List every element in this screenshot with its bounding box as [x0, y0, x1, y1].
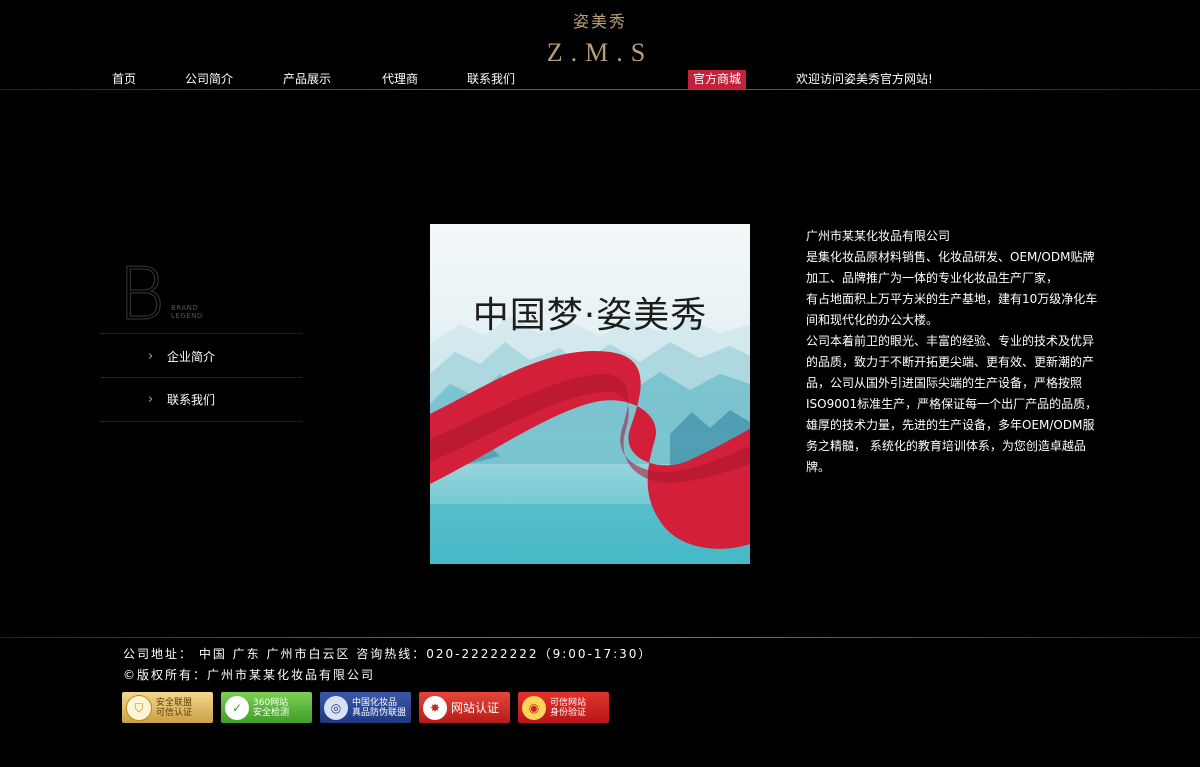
- sidebar-divider: [101, 421, 302, 422]
- nav-item-company-intro[interactable]: 公司简介: [185, 70, 233, 89]
- sidebar-divider: [101, 333, 302, 334]
- brand-poster-image: 中国梦·姿美秀: [430, 224, 750, 564]
- badge-360-security[interactable]: ✓ 360网站 安全检测: [221, 692, 312, 723]
- footer-address: 公司地址： 中国 广东 广州市白云区 咨询热线：020-22222222（9:0…: [123, 647, 653, 661]
- poster-title: 中国梦·姿美秀: [472, 295, 708, 336]
- badge-line: 真品防伪联盟: [352, 707, 407, 718]
- chevron-right-icon: ›: [148, 392, 154, 407]
- logo-english: Z.M.S: [546, 38, 654, 67]
- sidebar-divider: [101, 377, 302, 378]
- badge-trusted-website[interactable]: ◉ 可信网站 身份验证: [518, 692, 609, 723]
- badge-line: 身份验证: [550, 707, 587, 718]
- sidebar-item-label: 联系我们: [167, 393, 216, 407]
- description-paragraph: 有占地面积上万平方米的生产基地，建有10万级净化车间和现代化的办公大楼。: [806, 292, 1098, 327]
- badge-security-alliance[interactable]: ⛉ 安全联盟 可信认证: [122, 692, 213, 723]
- sidebar-item-contact-us[interactable]: › 联系我们: [101, 380, 302, 420]
- badge-line: 可信网站: [550, 697, 587, 708]
- sidebar-item-label: 企业简介: [167, 350, 216, 364]
- footer-divider: [0, 637, 1200, 638]
- chevron-right-icon: ›: [148, 349, 154, 364]
- nav-item-products[interactable]: 产品展示: [283, 70, 331, 89]
- main-nav: 首页 公司简介 产品展示 代理商 联系我们 官方商城 欢迎访问姿美秀官方网站!: [0, 70, 1200, 89]
- nav-divider: [0, 89, 1200, 90]
- badge-website-certification[interactable]: ✸ 网站认证: [419, 692, 510, 723]
- logo-chinese: 姿美秀: [572, 12, 627, 31]
- sidebar-brand-legend: BRAND LEGEND: [171, 304, 203, 320]
- description-paragraph: 公司本着前卫的眼光、丰富的经验、专业的技术及优异的品质，致力于不断开拓更尖端、更…: [806, 334, 1098, 474]
- badge-line: 安全检测: [253, 707, 290, 718]
- nav-item-home[interactable]: 首页: [112, 70, 136, 89]
- badge-china-cosmetics[interactable]: ◎ 中国化妆品 真品防伪联盟: [320, 692, 411, 723]
- magnifier-icon: ✓: [225, 695, 249, 720]
- poster-artwork: [430, 316, 750, 564]
- welcome-text: 欢迎访问姿美秀官方网站!: [796, 72, 933, 86]
- sidebar-item-company-profile[interactable]: › 企业简介: [101, 337, 302, 377]
- ring-icon: ◉: [522, 695, 546, 720]
- nav-item-contact[interactable]: 联系我们: [467, 70, 515, 89]
- description-paragraph: 是集化妆品原材料销售、化妆品研发、OEM/ODM贴牌加工、品牌推广为一体的专业化…: [806, 250, 1095, 285]
- footer-copyright: ©版权所有：广州市某某化妆品有限公司: [123, 668, 376, 682]
- globe-icon: ◎: [324, 695, 348, 720]
- badge-line: 网站认证: [451, 700, 500, 715]
- badge-line: 中国化妆品: [352, 697, 398, 708]
- badge-line: 可信认证: [156, 707, 193, 718]
- badge-line: 安全联盟: [156, 697, 193, 708]
- shield-icon: ⛉: [126, 694, 152, 721]
- nav-item-agents[interactable]: 代理商: [382, 70, 418, 89]
- sidebar-letter-mark: B: [118, 252, 166, 336]
- seal-icon: ✸: [423, 695, 447, 720]
- nav-item-official-mall[interactable]: 官方商城: [688, 70, 747, 89]
- badge-line: 360网站: [253, 697, 289, 708]
- company-name: 广州市某某化妆品有限公司: [806, 229, 951, 243]
- company-description: 广州市某某化妆品有限公司 是集化妆品原材料销售、化妆品研发、OEM/ODM贴牌加…: [806, 226, 1102, 478]
